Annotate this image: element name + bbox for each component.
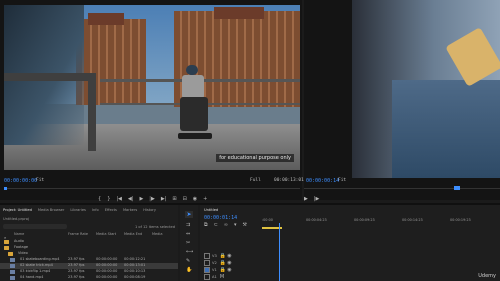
tab-media-browser[interactable]: Media Browser <box>38 208 65 212</box>
folder-icon <box>4 246 9 250</box>
tab-history[interactable]: History <box>143 208 156 212</box>
project-panel: Project: Untitled Media Browser Librarie… <box>0 205 178 281</box>
linked-icon[interactable]: ∞ <box>224 222 228 228</box>
tab-libraries[interactable]: Libraries <box>70 208 86 212</box>
column-name[interactable]: Name <box>14 232 24 236</box>
timeline-playhead[interactable] <box>279 223 280 281</box>
ripple-edit-icon[interactable]: ⇔ <box>186 231 190 237</box>
mute-icon[interactable]: M <box>220 274 224 280</box>
tab-markers[interactable]: Markers <box>123 208 137 212</box>
project-search-input[interactable]: ⌕ <box>3 224 67 240</box>
program-playhead[interactable] <box>454 186 460 190</box>
pen-icon[interactable]: ✎ <box>186 258 190 264</box>
source-full-dropdown[interactable]: Full <box>250 178 261 183</box>
project-tabs: Project: Untitled Media Browser Librarie… <box>3 208 156 212</box>
snap-icon[interactable]: ⊂ <box>214 222 218 228</box>
track-a1[interactable]: A1 M <box>204 274 224 280</box>
slip-icon[interactable]: ⟷ <box>186 249 193 255</box>
eye-icon[interactable]: ◉ <box>227 267 231 273</box>
step-forward-icon[interactable]: |▶ <box>149 196 155 202</box>
source-monitor: for educational purpose only 00:00:00:00… <box>0 0 304 202</box>
export-frame-icon[interactable]: ◉ <box>193 196 197 202</box>
program-timecode[interactable]: 00:00:00:14 <box>306 178 339 184</box>
source-duration: 00:00:13:01 <box>274 178 304 183</box>
marker-icon[interactable]: ▾ <box>234 222 237 228</box>
razor-icon[interactable]: ✂ <box>186 240 190 246</box>
time-ruler[interactable]: :00:00 00:00:04:23 00:00:09:23 00:00:14:… <box>262 218 500 226</box>
program-video-frame[interactable] <box>352 0 500 178</box>
insert-icon[interactable]: ⊞ <box>172 196 176 202</box>
track-v1[interactable]: V1 🔒 ◉ <box>204 267 232 273</box>
step-back-icon[interactable]: ◀| <box>128 196 134 202</box>
goto-in-icon[interactable]: |◀ <box>116 196 122 202</box>
clip-icon <box>10 258 15 262</box>
program-fit-dropdown[interactable]: Fit <box>338 178 346 183</box>
timeline-panel: Untitled 00:00:01:14 ⧉ ⊂ ∞ ▾ ⚒ :00:00 00… <box>200 205 500 281</box>
track-v3[interactable]: V3 🔒 ◉ <box>204 253 232 259</box>
program-step-forward-icon[interactable]: |▶ <box>314 196 320 202</box>
overwrite-icon[interactable]: ⊟ <box>183 196 187 202</box>
folder-icon <box>8 252 13 256</box>
tab-info[interactable]: Info <box>92 208 99 212</box>
add-button-icon[interactable]: + <box>203 196 207 202</box>
udemy-watermark: Udemy <box>478 273 496 279</box>
lock-icon[interactable]: 🔒 <box>220 267 226 273</box>
program-play-icon[interactable]: ▶ <box>304 196 308 202</box>
subtitle-caption: for educational purpose only <box>216 154 294 162</box>
clip-icon <box>10 270 15 274</box>
source-fit-dropdown[interactable]: Fit <box>36 178 44 183</box>
program-monitor: 00:00:00:14 Fit ▶ |▶ <box>304 0 500 202</box>
wrench-icon[interactable]: ⚒ <box>242 222 246 228</box>
mark-in-icon[interactable]: { <box>98 196 101 202</box>
table-row[interactable]: 04 hand.mp4 23.97 fps 00:00:00:00 00:00:… <box>0 275 178 281</box>
selection-tool-icon[interactable]: ➤ <box>185 211 193 218</box>
hand-icon[interactable]: ✋ <box>186 267 192 273</box>
folder-icon <box>4 240 9 244</box>
tab-sequence[interactable]: Untitled <box>204 208 218 212</box>
item-count: 1 of 12 items selected <box>134 225 175 229</box>
source-playhead[interactable] <box>4 187 7 190</box>
goto-out-icon[interactable]: ▶| <box>161 196 167 202</box>
track-select-icon[interactable]: ⇉ <box>186 222 190 228</box>
tab-project[interactable]: Project: Untitled <box>3 208 32 212</box>
project-items: Audio Footage Video 01 skateboarding.mp4… <box>0 239 178 281</box>
track-v2[interactable]: V2 🔒 ◉ <box>204 260 232 266</box>
source-video-frame[interactable]: for educational purpose only <box>4 5 300 170</box>
column-media-end[interactable]: Media End <box>124 232 142 236</box>
clip-icon <box>10 264 15 268</box>
column-media[interactable]: Media <box>152 232 163 236</box>
timeline-timecode[interactable]: 00:00:01:14 <box>204 215 237 221</box>
lock-icon[interactable]: 🔒 <box>220 260 226 266</box>
column-frame-rate[interactable]: Frame Rate <box>68 232 88 236</box>
column-headers: Name Frame Rate Media Start Media End Me… <box>0 232 178 238</box>
tools-panel: ➤ ⇉ ⇔ ✂ ⟷ ✎ ✋ <box>180 205 198 281</box>
eye-icon[interactable]: ◉ <box>227 260 231 266</box>
mark-out-icon[interactable]: } <box>107 196 110 202</box>
column-media-start[interactable]: Media Start <box>96 232 116 236</box>
eye-icon[interactable]: ◉ <box>227 253 231 259</box>
project-name: Untitled.prproj <box>3 217 29 221</box>
nest-icon[interactable]: ⧉ <box>204 222 208 228</box>
track-headers: V3 🔒 ◉ V2 🔒 ◉ V1 🔒 ◉ A1 M <box>200 253 262 281</box>
source-timecode[interactable]: 00:00:00:00 <box>4 178 37 184</box>
lock-icon[interactable]: 🔒 <box>220 253 226 259</box>
play-icon[interactable]: ▶ <box>139 196 143 202</box>
tab-effects[interactable]: Effects <box>105 208 117 212</box>
clip-icon <box>10 276 15 280</box>
